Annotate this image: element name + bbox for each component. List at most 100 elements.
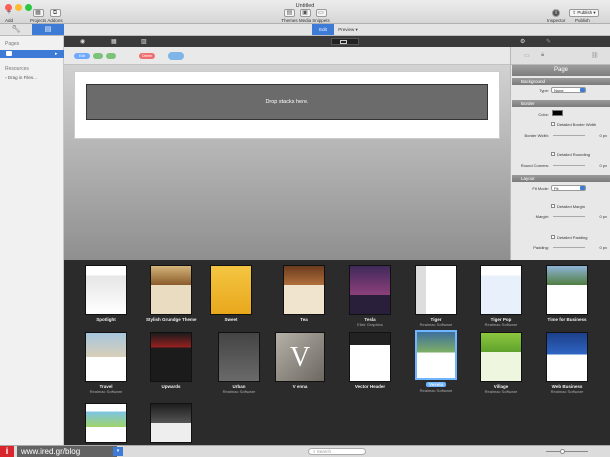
drag-files-item[interactable]: ▫ Drag in Files... xyxy=(5,75,37,80)
theme-tile[interactable]: Urban Realmac Software xyxy=(214,332,264,394)
theme-tile[interactable]: Tiger Realmac Software xyxy=(411,265,461,327)
theme-gallery: Spotlight Stylish Grundge Theme Sweet Te… xyxy=(64,261,610,445)
add-page-icon[interactable]: ▾ xyxy=(113,447,123,456)
round-corners-slider[interactable] xyxy=(553,165,585,166)
theme-tile[interactable]: Vector Header xyxy=(345,332,395,389)
theme-author: Realmac Software xyxy=(484,389,518,394)
page-tab-icon[interactable]: ▭ xyxy=(524,52,530,59)
inspector-tabs: ▭ 🔒︎ ⛓︎ xyxy=(511,47,610,65)
detailed-rounding-checkbox[interactable] xyxy=(551,152,555,156)
theme-tile[interactable]: Time for Business xyxy=(542,265,592,322)
theme-thumbnail xyxy=(150,265,192,315)
inspector-title: Page xyxy=(512,65,610,76)
wrench-icon[interactable]: 🔧︎ xyxy=(0,24,32,35)
theme-tile[interactable]: Spotlight xyxy=(81,265,131,322)
theme-tile[interactable] xyxy=(81,403,131,443)
themes-button[interactable]: ▤ Themes xyxy=(281,9,298,23)
detailed-padding-checkbox[interactable] xyxy=(551,235,555,239)
globe-icon[interactable]: ◉ xyxy=(80,38,85,45)
projects-button[interactable]: ▦ Projects xyxy=(30,9,46,23)
theme-author: Realmac Software xyxy=(222,389,256,394)
padding-slider[interactable] xyxy=(553,247,585,248)
margin-slider[interactable] xyxy=(553,216,585,217)
layout-icon[interactable]: ▦ xyxy=(111,38,117,45)
disclosure-icon[interactable]: ▸ xyxy=(55,51,58,57)
round-corners-label: Round Corners: xyxy=(520,163,549,168)
theme-tile-selected[interactable]: Vesela Realmac Software xyxy=(411,330,461,393)
slider-knob[interactable] xyxy=(560,449,565,454)
upload-icon: ⇪ xyxy=(572,10,577,15)
theme-thumbnail xyxy=(150,403,192,443)
gear-icon[interactable]: ⚙ xyxy=(520,38,525,45)
theme-tile[interactable]: V V enna xyxy=(275,332,325,389)
detailed-margin-label: Detailed Margin xyxy=(557,204,586,209)
page-list-item-selected[interactable]: ▸ xyxy=(0,50,64,58)
page-canvas: Drop stacks here. xyxy=(64,65,510,260)
theme-tile[interactable]: Tiger Pop Realmac Software xyxy=(476,265,526,327)
snippets-button[interactable]: ▭ Snippets xyxy=(312,9,330,23)
margin-label: Margin: xyxy=(535,214,549,219)
chain-icon[interactable]: ⛓︎ xyxy=(591,52,599,59)
theme-thumbnail xyxy=(85,265,127,315)
inspector-button[interactable]: i Inspector xyxy=(547,9,566,23)
detailed-border-width-checkbox[interactable] xyxy=(551,122,555,126)
pin-icon[interactable]: ✎ xyxy=(546,38,551,45)
border-section-header[interactable]: Border xyxy=(512,100,610,107)
theme-tile[interactable]: Sweet xyxy=(206,265,256,322)
preview-mode-label: Preview xyxy=(338,27,355,32)
image-icon[interactable]: ▨ xyxy=(141,38,147,45)
delete-stack-button[interactable]: Delete xyxy=(139,53,155,59)
border-width-slider[interactable] xyxy=(553,135,585,136)
theme-search-input[interactable]: ⌕ Search xyxy=(308,448,366,455)
green-button-1[interactable] xyxy=(93,53,103,59)
theme-tile[interactable]: Tea xyxy=(279,265,329,322)
cloud-icon[interactable] xyxy=(168,52,184,60)
resources-header: Resources xyxy=(5,66,29,72)
publish-label: Publish xyxy=(575,18,590,23)
lock-icon[interactable]: 🔒︎ xyxy=(541,52,544,59)
theme-name: Vesela xyxy=(425,382,446,387)
detailed-margin-checkbox[interactable] xyxy=(551,204,555,208)
desktop-icon[interactable] xyxy=(340,40,347,44)
edit-stack-button[interactable]: Edit xyxy=(74,53,90,59)
theme-thumbnail xyxy=(480,265,522,315)
fit-mode-select[interactable]: Fit xyxy=(551,185,586,191)
theme-tile[interactable]: Upwards xyxy=(146,332,196,389)
drop-stacks-area[interactable]: Drop stacks here. xyxy=(86,84,488,120)
color-label: Color: xyxy=(538,112,549,117)
theme-tile[interactable]: Tesla Elixir Graphics xyxy=(345,265,395,327)
background-type-select[interactable]: None xyxy=(551,87,586,93)
detailed-border-width-label: Detailed Border Width xyxy=(557,122,597,127)
theme-thumbnail xyxy=(85,403,127,443)
border-width-label: Border Width: xyxy=(524,133,549,138)
theme-thumbnail xyxy=(480,332,522,382)
plus-icon: + xyxy=(6,7,12,16)
preview-mode-tab[interactable]: Preview ▾ xyxy=(335,24,361,35)
theme-tile[interactable]: Stylish Grundge Theme xyxy=(146,265,197,322)
layout-section-header[interactable]: Layout xyxy=(512,175,610,182)
theme-thumbnail xyxy=(85,332,127,382)
theme-thumbnail xyxy=(218,332,260,382)
margin-value: 0 px xyxy=(599,214,607,219)
theme-tile[interactable] xyxy=(146,403,196,443)
pages-tab-icon[interactable]: ▤ xyxy=(32,24,64,35)
theme-thumbnail xyxy=(283,265,325,315)
border-color-well[interactable] xyxy=(552,110,563,116)
edit-mode-tab[interactable]: Edit xyxy=(312,24,334,35)
search-placeholder: Search xyxy=(316,449,332,454)
background-section-header[interactable]: Background xyxy=(512,78,610,85)
publish-dropdown[interactable]: ⇪ Publish ▾ xyxy=(569,9,599,17)
add-button[interactable]: + Add xyxy=(3,7,15,24)
green-button-2[interactable] xyxy=(106,53,116,59)
thumbnail-size-slider[interactable] xyxy=(546,451,588,452)
device-size-switcher[interactable] xyxy=(331,38,359,45)
fit-mode-label: Fit Mode: xyxy=(532,186,549,191)
drag-files-label: Drag in Files... xyxy=(7,75,37,80)
theme-name: Time for Business xyxy=(547,317,587,322)
inspector-label: Inspector xyxy=(547,18,566,23)
addons-button[interactable]: ⧉ Addons xyxy=(47,9,63,23)
theme-tile[interactable]: Village Realmac Software xyxy=(476,332,526,394)
media-button[interactable]: ▣ Media xyxy=(298,9,312,23)
theme-tile[interactable]: Travel Realmac Software xyxy=(81,332,131,394)
theme-tile[interactable]: Web Business Realmac Software xyxy=(542,332,592,394)
